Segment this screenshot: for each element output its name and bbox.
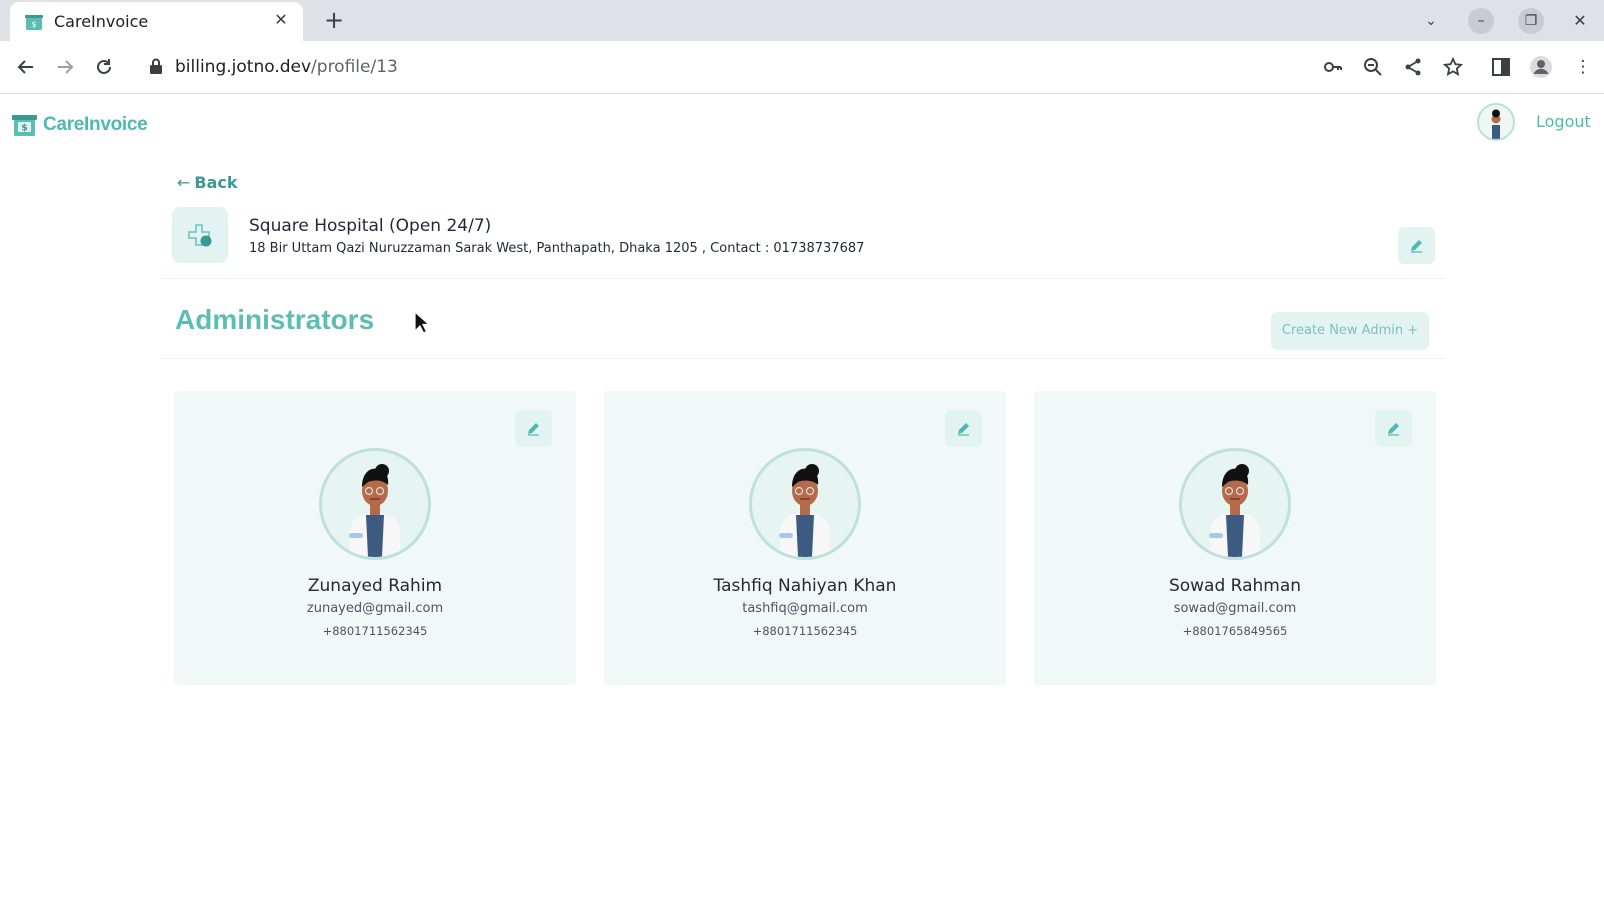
admin-phone: +8801711562345 xyxy=(322,624,428,638)
doctor-avatar-icon xyxy=(349,464,400,557)
mouse-cursor-icon xyxy=(414,311,430,334)
pencil-icon xyxy=(1388,423,1399,436)
user-avatar[interactable] xyxy=(1477,103,1515,141)
admin-avatar xyxy=(1179,448,1291,560)
address-bar[interactable]: billing.jotno.dev/profile/13 xyxy=(134,47,1298,87)
create-new-admin-button[interactable]: Create New Admin + xyxy=(1271,312,1429,350)
tab-search-chevron-icon[interactable]: ⌄ xyxy=(1418,8,1444,34)
back-link[interactable]: ← Back xyxy=(177,173,238,192)
reload-icon[interactable] xyxy=(90,53,118,81)
admin-name: Tashfiq Nahiyan Khan xyxy=(713,576,897,596)
admin-name: Sowad Rahman xyxy=(1168,576,1302,596)
admin-email: tashfiq@gmail.com xyxy=(742,601,868,616)
brand-name: CareInvoice xyxy=(43,114,148,135)
url-text[interactable]: billing.jotno.dev/profile/13 xyxy=(175,57,398,77)
back-arrow-icon: ← xyxy=(177,173,191,192)
admin-card: Sowad Rahman sowad@gmail.com +8801765849… xyxy=(1034,391,1436,685)
edit-admin-button[interactable] xyxy=(1375,410,1412,447)
back-label: Back xyxy=(194,173,238,192)
hospital-icon-tile xyxy=(172,207,228,263)
doctor-avatar-icon xyxy=(779,464,830,557)
minimize-window-icon[interactable]: – xyxy=(1468,8,1494,34)
admin-name: Zunayed Rahim xyxy=(307,576,443,596)
browser-tab-bar: $ CareInvoice ✕ + ⌄ – ❐ ✕ xyxy=(0,0,1604,41)
share-icon[interactable] xyxy=(1400,54,1426,80)
brand-logo[interactable]: $ CareInvoice xyxy=(11,111,148,139)
invoice-register-icon: $ xyxy=(12,114,37,136)
browser-tab-active[interactable]: $ CareInvoice ✕ xyxy=(10,2,303,41)
svg-text:$: $ xyxy=(31,20,36,29)
back-arrow-icon[interactable] xyxy=(12,53,40,81)
edit-hospital-button[interactable] xyxy=(1398,227,1435,264)
hospital-address: 18 Bir Uttam Qazi Nuruzzaman Sarak West,… xyxy=(249,241,865,256)
hospital-name: Square Hospital (Open 24/7) xyxy=(249,216,492,236)
hospital-plus-icon xyxy=(188,224,212,247)
bookmark-star-icon[interactable] xyxy=(1440,54,1466,80)
admin-avatar xyxy=(319,448,431,560)
admin-avatar xyxy=(749,448,861,560)
forward-arrow-icon[interactable] xyxy=(51,53,79,81)
url-host: billing.jotno.dev xyxy=(175,57,312,77)
section-title: Administrators xyxy=(175,304,375,335)
pencil-icon xyxy=(958,423,969,436)
browser-menu-icon[interactable]: ⋮ xyxy=(1570,54,1596,80)
admin-phone: +8801765849565 xyxy=(1182,624,1288,638)
lock-icon xyxy=(150,58,162,74)
section-divider xyxy=(160,358,1446,359)
doctor-avatar-icon xyxy=(1209,464,1260,557)
profile-icon[interactable] xyxy=(1528,54,1554,80)
app-page: $ CareInvoice Logout ← Back Square Hospit… xyxy=(0,95,1604,915)
admin-email: zunayed@gmail.com xyxy=(306,601,444,616)
close-tab-icon[interactable]: ✕ xyxy=(271,10,291,30)
hospital-divider xyxy=(160,278,1446,279)
edit-admin-button[interactable] xyxy=(945,410,982,447)
browser-toolbar: billing.jotno.dev/profile/13 ⋮ xyxy=(0,41,1604,94)
side-panel-icon[interactable] xyxy=(1488,54,1514,80)
pencil-icon xyxy=(528,423,539,436)
svg-text:$: $ xyxy=(21,123,27,133)
admin-card: Zunayed Rahim zunayed@gmail.com +8801711… xyxy=(174,391,576,685)
doctor-avatar-icon xyxy=(1489,109,1503,139)
admin-card: Tashfiq Nahiyan Khan tashfiq@gmail.com +… xyxy=(604,391,1006,685)
logout-link[interactable]: Logout xyxy=(1536,112,1591,131)
admin-email: sowad@gmail.com xyxy=(1173,601,1297,616)
restore-window-icon[interactable]: ❐ xyxy=(1518,8,1544,34)
favicon-icon: $ xyxy=(25,15,43,30)
tab-title: CareInvoice xyxy=(54,12,149,31)
zoom-icon[interactable] xyxy=(1360,54,1386,80)
admin-phone: +8801711562345 xyxy=(752,624,858,638)
pencil-icon xyxy=(1411,240,1422,253)
new-tab-icon[interactable]: + xyxy=(322,8,346,32)
url-path: /profile/13 xyxy=(311,57,398,77)
password-key-icon[interactable] xyxy=(1320,54,1346,80)
close-window-icon[interactable]: ✕ xyxy=(1567,8,1593,34)
edit-admin-button[interactable] xyxy=(515,410,552,447)
